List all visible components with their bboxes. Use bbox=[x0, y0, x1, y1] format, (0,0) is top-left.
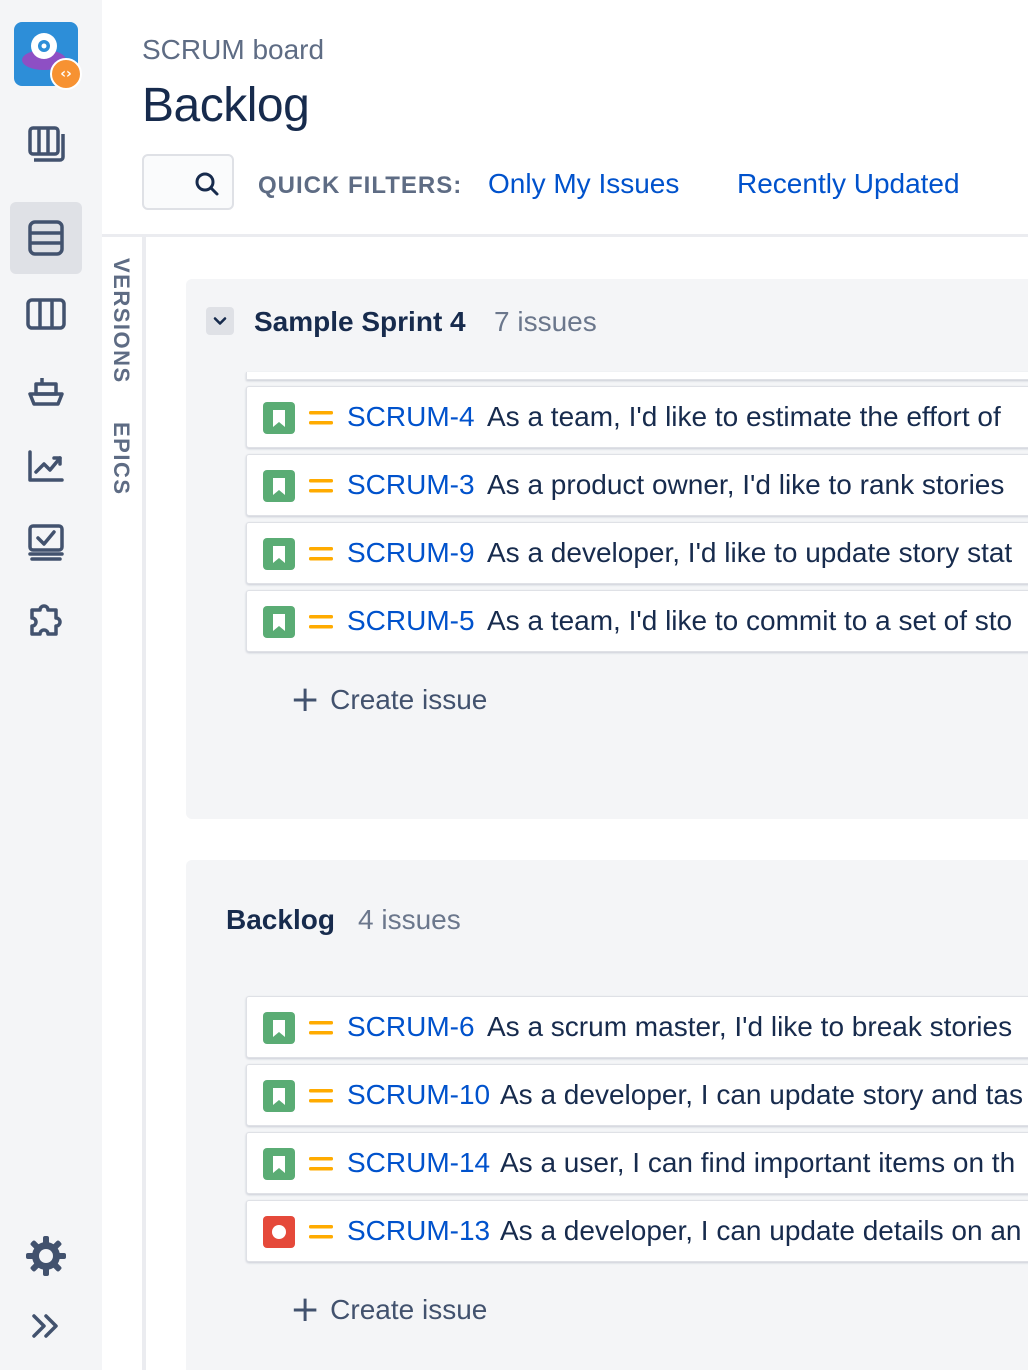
page-title: Backlog bbox=[142, 79, 310, 132]
issue-summary: As a team, I'd like to estimate the effo… bbox=[487, 401, 1001, 432]
issue-summary: As a developer, I can update details on … bbox=[500, 1215, 1022, 1246]
sprint-issue-count: 7 issues bbox=[494, 306, 597, 337]
nav-settings[interactable] bbox=[10, 1220, 82, 1292]
issue-summary: As a user, I can find important items on… bbox=[500, 1147, 1016, 1178]
create-issue-label: Create issue bbox=[330, 684, 488, 715]
plus-icon: + bbox=[290, 679, 321, 720]
nav-backlog-list[interactable] bbox=[10, 108, 82, 180]
sprint-collapse-toggle[interactable] bbox=[206, 307, 234, 335]
issue-row[interactable]: SCRUM-14 As a user, I can find important… bbox=[246, 1132, 1028, 1194]
issues-icon bbox=[28, 524, 64, 561]
backlog-list-icon bbox=[28, 126, 65, 162]
tab-versions[interactable]: VERSIONS bbox=[108, 258, 134, 384]
story-icon bbox=[263, 1012, 295, 1044]
tab-epics[interactable]: EPICS bbox=[108, 422, 134, 496]
issue-key[interactable]: SCRUM-6 bbox=[347, 1011, 475, 1043]
nav-reports[interactable] bbox=[10, 430, 82, 502]
backlog-issue-count: 4 issues bbox=[358, 904, 461, 935]
quick-filters-label: QUICK FILTERS: bbox=[258, 172, 463, 199]
backlog-name: Backlog bbox=[226, 904, 335, 935]
breadcrumb[interactable]: SCRUM board bbox=[142, 34, 324, 66]
story-icon bbox=[263, 402, 295, 434]
issue-row[interactable]: SCRUM-9 As a developer, I'd like to upda… bbox=[246, 522, 1028, 584]
search-icon bbox=[195, 172, 219, 196]
issue-key[interactable]: SCRUM-5 bbox=[347, 605, 475, 637]
backlog-icon bbox=[28, 220, 64, 256]
nav-board[interactable] bbox=[10, 278, 82, 350]
issue-row[interactable]: SCRUM-6 As a scrum master, I'd like to b… bbox=[246, 996, 1028, 1058]
story-icon bbox=[263, 1080, 295, 1112]
reports-icon bbox=[28, 450, 64, 482]
releases-icon bbox=[28, 378, 64, 406]
nav-add-ons[interactable] bbox=[10, 582, 82, 654]
partially-hidden-issue bbox=[246, 372, 1028, 380]
board-icon bbox=[26, 298, 66, 330]
side-tabs-divider bbox=[142, 237, 146, 1370]
priority-medium-icon bbox=[309, 1021, 333, 1035]
search-input[interactable] bbox=[142, 154, 234, 210]
issue-row[interactable]: SCRUM-3 As a product owner, I'd like to … bbox=[246, 454, 1028, 516]
nav-issues[interactable] bbox=[10, 506, 82, 578]
settings-icon bbox=[26, 1236, 66, 1276]
project-avatar[interactable]: ‹› bbox=[14, 22, 82, 90]
header-divider bbox=[102, 234, 1028, 237]
issue-key[interactable]: SCRUM-9 bbox=[347, 537, 475, 569]
priority-medium-icon bbox=[309, 547, 333, 561]
issue-summary: As a product owner, I'd like to rank sto… bbox=[487, 469, 1005, 500]
filter-recently-updated[interactable]: Recently Updated bbox=[737, 168, 960, 200]
priority-medium-icon bbox=[309, 479, 333, 493]
story-icon bbox=[263, 1148, 295, 1180]
priority-medium-icon bbox=[309, 411, 333, 425]
issue-key[interactable]: SCRUM-13 bbox=[347, 1215, 490, 1247]
nav-releases[interactable] bbox=[10, 354, 82, 426]
priority-medium-icon bbox=[309, 615, 333, 629]
issue-summary: As a team, I'd like to commit to a set o… bbox=[487, 605, 1013, 636]
story-icon bbox=[263, 538, 295, 570]
story-icon bbox=[263, 606, 295, 638]
issue-row[interactable]: SCRUM-5 As a team, I'd like to commit to… bbox=[246, 590, 1028, 652]
issue-summary: As a developer, I'd like to update story… bbox=[487, 537, 1013, 568]
code-badge-icon: ‹› bbox=[50, 58, 82, 90]
nav-expand[interactable] bbox=[10, 1290, 82, 1362]
filter-only-my-issues[interactable]: Only My Issues bbox=[488, 168, 679, 200]
create-issue-button[interactable]: + Create issue bbox=[290, 1289, 488, 1330]
priority-medium-icon bbox=[309, 1089, 333, 1103]
sidebar-nav: ‹› bbox=[0, 0, 102, 1370]
issue-key[interactable]: SCRUM-10 bbox=[347, 1079, 490, 1111]
chevron-down-icon bbox=[213, 317, 227, 325]
issue-row[interactable]: SCRUM-4 As a team, I'd like to estimate … bbox=[246, 386, 1028, 448]
issue-key[interactable]: SCRUM-4 bbox=[347, 401, 475, 433]
nav-backlog[interactable] bbox=[10, 202, 82, 274]
sprint-name: Sample Sprint 4 bbox=[254, 306, 466, 337]
plus-icon: + bbox=[290, 1289, 321, 1330]
bug-icon bbox=[263, 1216, 295, 1248]
issue-key[interactable]: SCRUM-3 bbox=[347, 469, 475, 501]
create-issue-button[interactable]: + Create issue bbox=[290, 679, 488, 720]
priority-medium-icon bbox=[309, 1225, 333, 1239]
issue-key[interactable]: SCRUM-14 bbox=[347, 1147, 490, 1179]
issue-row[interactable]: SCRUM-13 As a developer, I can update de… bbox=[246, 1200, 1028, 1262]
issue-row[interactable]: SCRUM-10 As a developer, I can update st… bbox=[246, 1064, 1028, 1126]
create-issue-label: Create issue bbox=[330, 1294, 488, 1325]
story-icon bbox=[263, 470, 295, 502]
add-ons-icon bbox=[30, 604, 62, 636]
expand-icon bbox=[32, 1314, 58, 1338]
issue-summary: As a developer, I can update story and t… bbox=[500, 1079, 1024, 1110]
issue-summary: As a scrum master, I'd like to break sto… bbox=[487, 1011, 1013, 1042]
priority-medium-icon bbox=[309, 1157, 333, 1171]
